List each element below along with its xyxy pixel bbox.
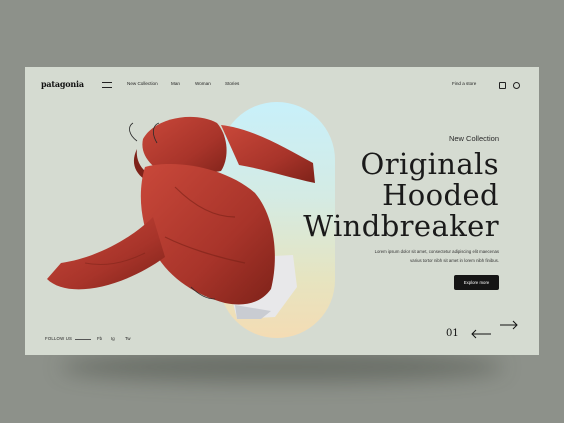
arrow-right-icon[interactable] <box>499 320 519 330</box>
social-link-instagram[interactable]: Ig <box>111 336 115 341</box>
follow-us-label: FOLLOW US <box>45 336 73 341</box>
collection-tag: New Collection <box>448 134 499 143</box>
card-shadow <box>60 352 504 382</box>
slide-number: 01 <box>446 328 459 339</box>
hero-description-line-1: Lorem ipsum dolor sit amet, consectetur … <box>374 249 499 254</box>
arrow-left-icon[interactable] <box>470 329 492 339</box>
hero-title-line-1: Originals <box>360 147 499 181</box>
hero-card: patagonia New Collection Man Woman Stori… <box>25 67 539 355</box>
hero-description-line-2: varius tortor nibh sit amet in lorem nib… <box>410 258 499 263</box>
social-link-facebook[interactable]: Fb <box>97 336 102 341</box>
follow-divider <box>75 339 91 340</box>
hero-title-line-3: Windbreaker <box>303 209 499 243</box>
hero-title-line-2: Hooded <box>382 178 499 212</box>
social-link-twitter[interactable]: Tw <box>125 336 131 341</box>
explore-more-button[interactable]: Explore more <box>454 275 499 290</box>
